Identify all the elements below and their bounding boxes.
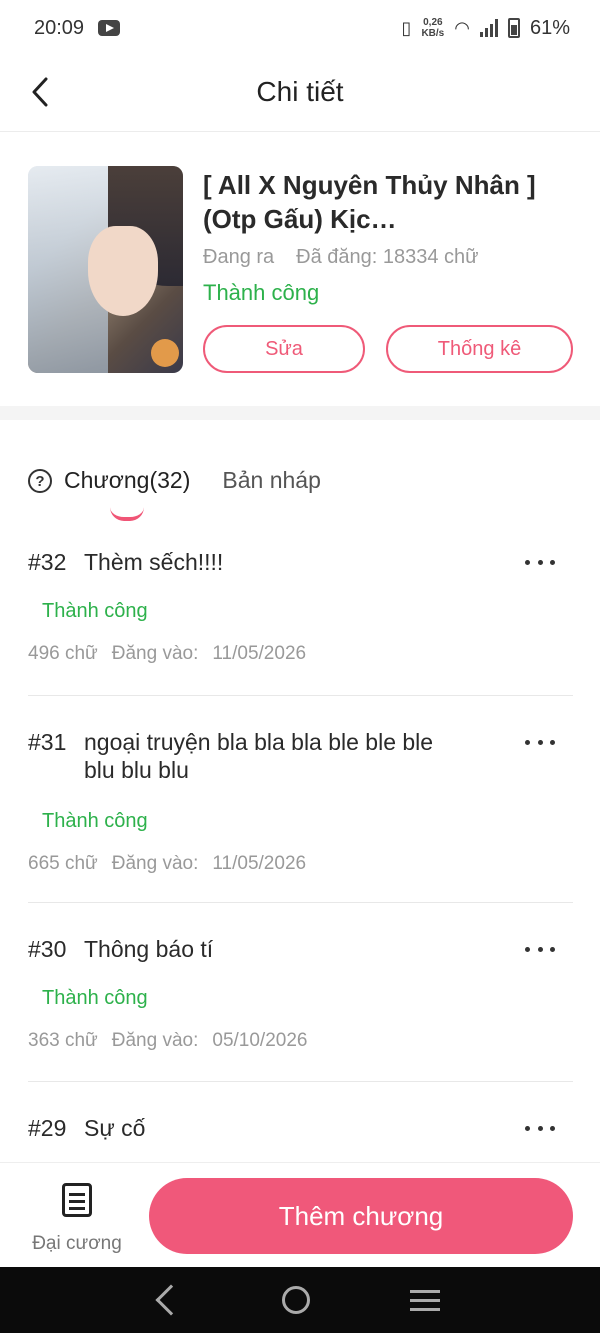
chapter-posted-label: Đăng vào: — [111, 853, 199, 874]
system-home-icon[interactable] — [282, 1286, 310, 1314]
stats-button[interactable]: Thống kê — [386, 325, 573, 373]
chapter-date: 11/05/2026 — [212, 853, 307, 874]
chapter-list: #32 Thèm sếch!!!! Thành công 496 chữ Đăn… — [28, 528, 573, 1162]
chapter-status: Thành công — [42, 810, 148, 832]
chapter-date: 05/10/2026 — [212, 1030, 308, 1051]
clock: 20:09 — [34, 16, 85, 39]
tab-drafts[interactable]: Bản nháp — [222, 467, 320, 494]
chapter-title: ngoại truyện bla bla bla ble ble ble blu… — [84, 729, 434, 783]
status-bar: 20:09 ▯ 0,26 KB/s ◠ 61% — [0, 0, 600, 56]
bottom-action-bar: Đại cương Thêm chương — [0, 1162, 600, 1267]
vibrate-icon: ▯ — [401, 17, 412, 38]
chapter-title: Thèm sếch!!!! — [84, 549, 224, 575]
outline-label: Đại cương — [32, 1233, 122, 1254]
book-word-count: Đã đăng: 18334 chữ — [296, 246, 479, 268]
chapter-number: #32 — [28, 549, 67, 575]
document-icon — [62, 1183, 92, 1217]
more-options-icon[interactable] — [525, 728, 555, 756]
chapter-title: Thông báo tí — [84, 936, 214, 962]
tab-chapters[interactable]: Chương(32) — [64, 467, 190, 521]
chapter-tabs: ? Chương(32) Bản nháp — [28, 446, 321, 521]
network-speed: 0,26 KB/s — [421, 17, 445, 39]
book-title: [ All X Nguyên Thủy Nhân ] (Otp Gấu) Kịc… — [203, 170, 536, 234]
battery-icon — [507, 18, 520, 38]
system-menu-icon[interactable] — [410, 1298, 440, 1302]
outline-button[interactable]: Đại cương — [22, 1179, 132, 1259]
chapter-item[interactable]: #32 Thèm sếch!!!! Thành công 496 chữ Đăn… — [28, 528, 573, 696]
chapter-number: #31 — [28, 729, 67, 755]
chapter-item[interactable]: #29 Sự cố — [28, 1082, 573, 1162]
book-state: Đang ra — [203, 246, 275, 268]
chapter-item[interactable]: #30 Thông báo tí Thành công 363 chữ Đăng… — [28, 903, 573, 1082]
system-back-icon[interactable] — [155, 1284, 187, 1316]
book-status: Thành công — [203, 280, 320, 305]
system-navigation-bar — [0, 1267, 600, 1333]
more-options-icon[interactable] — [525, 1114, 555, 1142]
chapter-number: #30 — [28, 936, 67, 962]
book-meta: Đang ra Đã đăng: 18334 chữ — [203, 246, 479, 269]
chapter-number: #29 — [28, 1115, 67, 1141]
more-options-icon[interactable] — [525, 548, 555, 576]
battery-percent: 61% — [529, 16, 570, 39]
book-cover[interactable] — [28, 166, 183, 373]
chapter-title: Sự cố — [84, 1115, 146, 1141]
wifi-icon: ◠ — [454, 17, 470, 38]
more-options-icon[interactable] — [525, 935, 555, 963]
chapter-word-count: 496 chữ — [28, 643, 98, 664]
chapter-item[interactable]: #31 ngoại truyện bla bla bla ble ble ble… — [28, 696, 573, 903]
help-icon[interactable]: ? — [28, 469, 52, 493]
section-divider — [0, 406, 600, 420]
page-title: Chi tiết — [256, 76, 344, 107]
chapter-word-count: 363 chữ — [28, 1030, 98, 1051]
app-header: Chi tiết — [0, 56, 600, 132]
chapter-posted-label: Đăng vào: — [111, 1030, 199, 1051]
active-tab-indicator — [110, 507, 144, 521]
chapter-posted-label: Đăng vào: — [111, 643, 199, 664]
add-chapter-button[interactable]: Thêm chương — [149, 1178, 573, 1254]
chapter-date: 11/05/2026 — [212, 643, 307, 664]
book-info: [ All X Nguyên Thủy Nhân ] (Otp Gấu) Kịc… — [0, 132, 600, 406]
edit-button[interactable]: Sửa — [203, 325, 365, 373]
youtube-icon — [98, 20, 121, 36]
chapter-word-count: 665 chữ — [28, 853, 98, 874]
chapter-status: Thành công — [42, 600, 148, 622]
chapter-status: Thành công — [42, 987, 148, 1009]
signal-icon — [479, 19, 498, 37]
